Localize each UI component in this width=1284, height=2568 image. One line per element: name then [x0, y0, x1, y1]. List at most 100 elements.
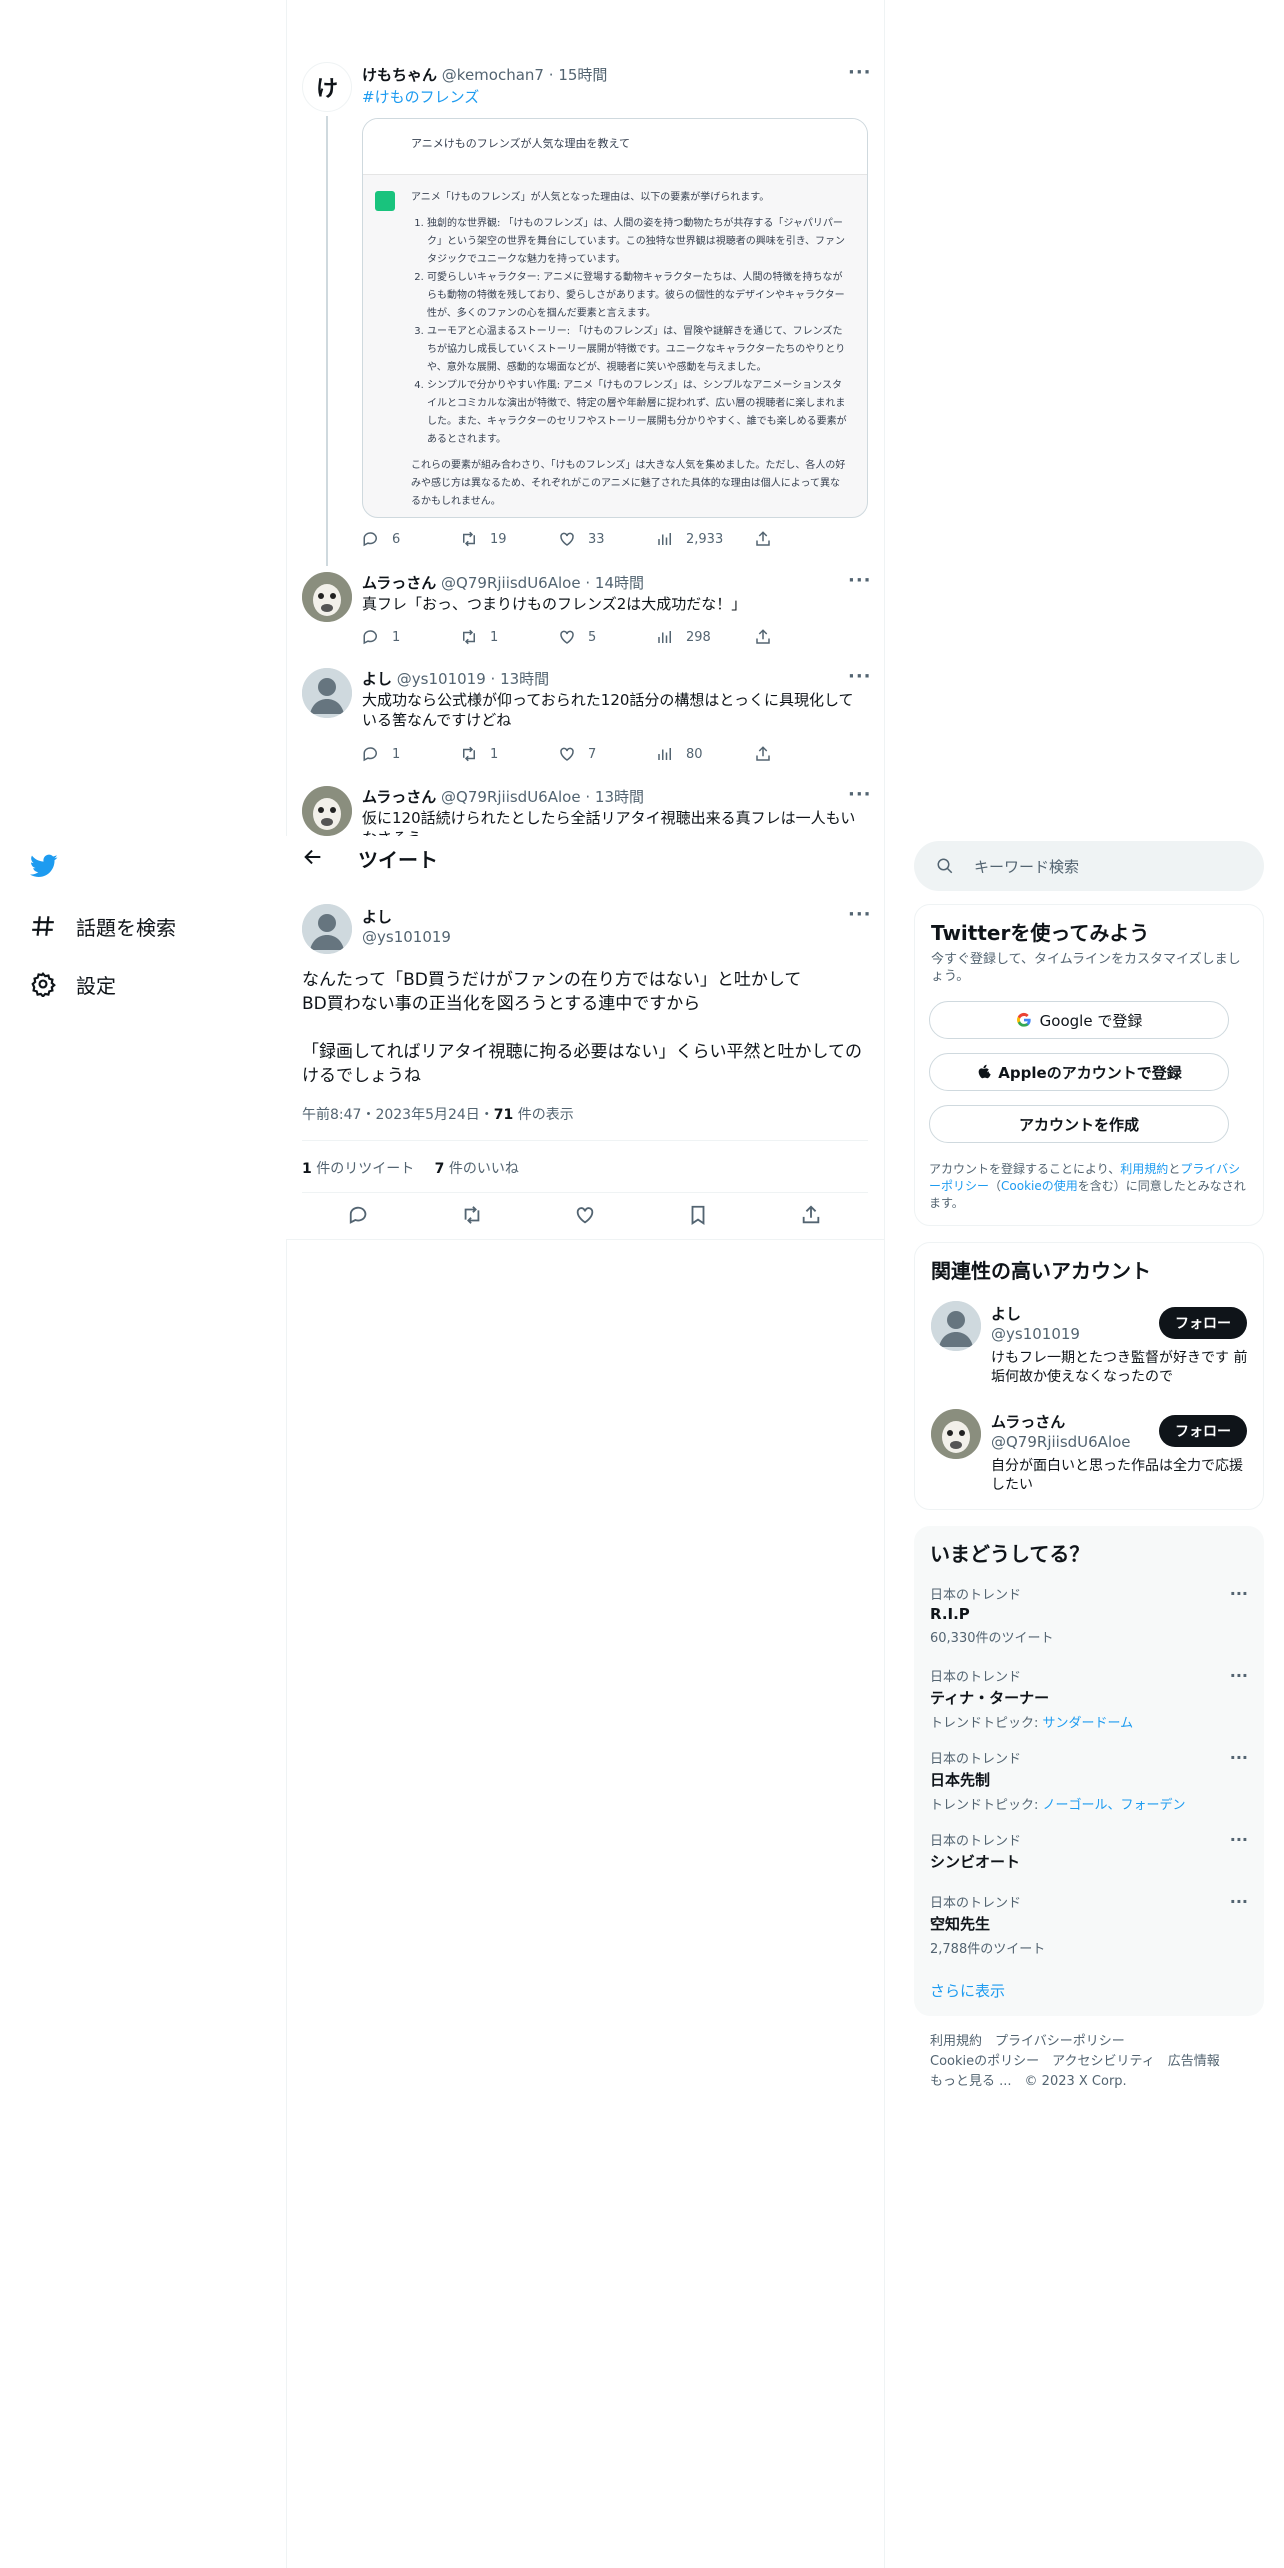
account-cell[interactable]: よし @ys101019 フォロー けもフレ一期とたつき監督が好きです 前垢何故…: [915, 1301, 1263, 1401]
image-list-item: シンプルで分かりやすい作風: アニメ「けものフレンズ」は、シンプルなアニメーショ…: [427, 377, 847, 449]
show-more-link[interactable]: さらに表示: [930, 1980, 1005, 2001]
user-name[interactable]: よし: [362, 670, 392, 688]
retweet-button[interactable]: 19: [460, 530, 558, 548]
user-name[interactable]: よし: [362, 906, 392, 927]
more-icon[interactable]: ···: [848, 666, 1266, 687]
follow-button[interactable]: フォロー: [1159, 1415, 1247, 1447]
trend-item[interactable]: 日本のトレンド シンビオート ···: [930, 1830, 1248, 1872]
retweet-icon: [463, 531, 475, 547]
more-icon[interactable]: ···: [848, 784, 1266, 805]
privacy-link[interactable]: プライバシーポリシー: [995, 2034, 1125, 2049]
user-handle[interactable]: @ys101019: [362, 928, 451, 946]
user-handle[interactable]: @ys101019: [991, 1325, 1080, 1343]
reply-icon: [363, 630, 377, 645]
retweet-count-link[interactable]: 1 件のリツイート: [302, 1161, 414, 1177]
share-button[interactable]: [754, 628, 852, 646]
retweet-icon[interactable]: [461, 1204, 483, 1230]
like-button[interactable]: 5: [558, 628, 656, 646]
twitter-logo-icon[interactable]: [28, 852, 64, 888]
apple-signup-button[interactable]: Appleのアカウントで登録: [929, 1053, 1229, 1091]
heart-icon: [560, 532, 574, 546]
more-icon[interactable]: ···: [1230, 1748, 1248, 1767]
user-handle[interactable]: @Q79RjiisdU6Aloe: [441, 788, 581, 806]
avatar[interactable]: [302, 786, 352, 836]
retweet-button[interactable]: 1: [460, 628, 558, 646]
user-name[interactable]: ムラっさん: [991, 1411, 1065, 1432]
tweet-time[interactable]: 14時間: [595, 574, 644, 592]
user-name[interactable]: ムラっさん: [362, 788, 436, 806]
avatar[interactable]: [302, 572, 352, 622]
user-handle[interactable]: @Q79RjiisdU6Aloe: [991, 1433, 1131, 1451]
reply-icon[interactable]: [348, 1204, 370, 1230]
terms-link[interactable]: 利用規約: [1120, 1162, 1168, 1176]
like-count-link[interactable]: 7 件のいいね: [435, 1161, 519, 1177]
trends-title: いまどうしてる？: [930, 1542, 1090, 1566]
reply-button[interactable]: 6: [362, 530, 460, 548]
avatar[interactable]: [931, 1409, 981, 1459]
hashtag-link[interactable]: #けものフレンズ: [362, 86, 479, 107]
more-icon[interactable]: ···: [848, 570, 1266, 591]
retweet-button[interactable]: 1: [460, 745, 558, 763]
trend-item[interactable]: 日本のトレンド 空知先生 2,788件のツイート ···: [930, 1892, 1248, 1957]
trend-item[interactable]: 日本のトレンド R.I.P 60,330件のツイート ···: [930, 1584, 1248, 1646]
tweet-timestamp[interactable]: 午前8:47・2023年5月24日・71 件の表示: [302, 1104, 574, 1124]
back-arrow-icon[interactable]: [302, 846, 326, 870]
accessibility-link[interactable]: アクセシビリティ: [1052, 2054, 1155, 2069]
more-icon[interactable]: ···: [1230, 1666, 1248, 1685]
more-icon[interactable]: ···: [1230, 1830, 1248, 1849]
user-handle[interactable]: @kemochan7: [442, 66, 544, 84]
cookie-policy-link[interactable]: Cookieのポリシー: [930, 2054, 1039, 2069]
share-icon: [756, 629, 770, 644]
account-cell[interactable]: ムラっさん @Q79RjiisdU6Aloe フォロー 自分が面白いと思った作品…: [915, 1409, 1263, 1505]
user-handle[interactable]: @Q79RjiisdU6Aloe: [441, 574, 581, 592]
user-name[interactable]: よし: [991, 1303, 1021, 1324]
reply-button[interactable]: 1: [362, 628, 460, 646]
more-icon[interactable]: ···: [848, 904, 871, 925]
more-link[interactable]: もっと見る ...: [930, 2074, 1012, 2089]
tweet-time[interactable]: 15時間: [558, 66, 607, 84]
tweet-image[interactable]: アニメけものフレンズが人気な理由を教えて アニメ「けものフレンズ」が人気となった…: [362, 118, 868, 518]
more-icon[interactable]: ···: [1230, 1892, 1248, 1911]
heart-icon[interactable]: [574, 1204, 596, 1230]
google-signup-button[interactable]: Google で登録: [929, 1001, 1229, 1039]
like-button[interactable]: 7: [558, 745, 656, 763]
terms-link[interactable]: 利用規約: [930, 2034, 982, 2049]
image-question: アニメけものフレンズが人気な理由を教えて: [363, 119, 867, 175]
views-button[interactable]: 2,933: [656, 530, 754, 548]
views-button[interactable]: 298: [656, 628, 754, 646]
avatar[interactable]: [302, 668, 352, 718]
related-accounts-card: 関連性の高いアカウント よし @ys101019 フォロー けもフレ一期とたつき…: [914, 1242, 1264, 1510]
share-button[interactable]: [754, 745, 852, 763]
create-account-button[interactable]: アカウントを作成: [929, 1105, 1229, 1143]
follow-button[interactable]: フォロー: [1159, 1307, 1247, 1339]
user-name[interactable]: けもちゃん: [362, 66, 437, 84]
tweet-header: ムラっさん @Q79RjiisdU6Aloe · 13時間: [362, 788, 644, 806]
search-input[interactable]: キーワード検索: [974, 856, 1079, 877]
nav-explore[interactable]: 話題を検索: [28, 908, 176, 944]
tweet-time[interactable]: 13時間: [500, 670, 549, 688]
trend-item[interactable]: 日本のトレンド ティナ・ターナー トレンドトピック: サンダードーム ···: [930, 1666, 1248, 1731]
user-bio: 自分が面白いと思った作品は全力で応援したい: [991, 1458, 1243, 1493]
nav-settings[interactable]: 設定: [28, 966, 116, 1002]
analytics-icon: [658, 748, 671, 760]
avatar[interactable]: [931, 1301, 981, 1351]
avatar[interactable]: け: [302, 62, 352, 112]
like-button[interactable]: 33: [558, 530, 656, 548]
user-name[interactable]: ムラっさん: [362, 574, 436, 592]
gear-icon: [28, 969, 58, 999]
views-button[interactable]: 80: [656, 745, 754, 763]
avatar[interactable]: [302, 904, 352, 954]
bookmark-icon[interactable]: [687, 1204, 709, 1230]
share-button[interactable]: [754, 530, 852, 548]
trend-item[interactable]: 日本のトレンド 日本先制 トレンドトピック: ノーゴール、フォーデン ···: [930, 1748, 1248, 1813]
user-handle[interactable]: @ys101019: [397, 670, 486, 688]
search-bar[interactable]: キーワード検索: [914, 841, 1264, 891]
ads-info-link[interactable]: 広告情報: [1168, 2054, 1220, 2069]
share-icon[interactable]: [800, 1204, 822, 1230]
reply-button[interactable]: 1: [362, 745, 460, 763]
engagement-stats: 1 件のリツイート 7 件のいいね: [302, 1158, 519, 1178]
cookie-link[interactable]: Cookieの使用: [1001, 1179, 1078, 1193]
more-icon[interactable]: ···: [1230, 1584, 1248, 1603]
more-icon[interactable]: ···: [848, 62, 1266, 83]
tweet-time[interactable]: 13時間: [595, 788, 644, 806]
